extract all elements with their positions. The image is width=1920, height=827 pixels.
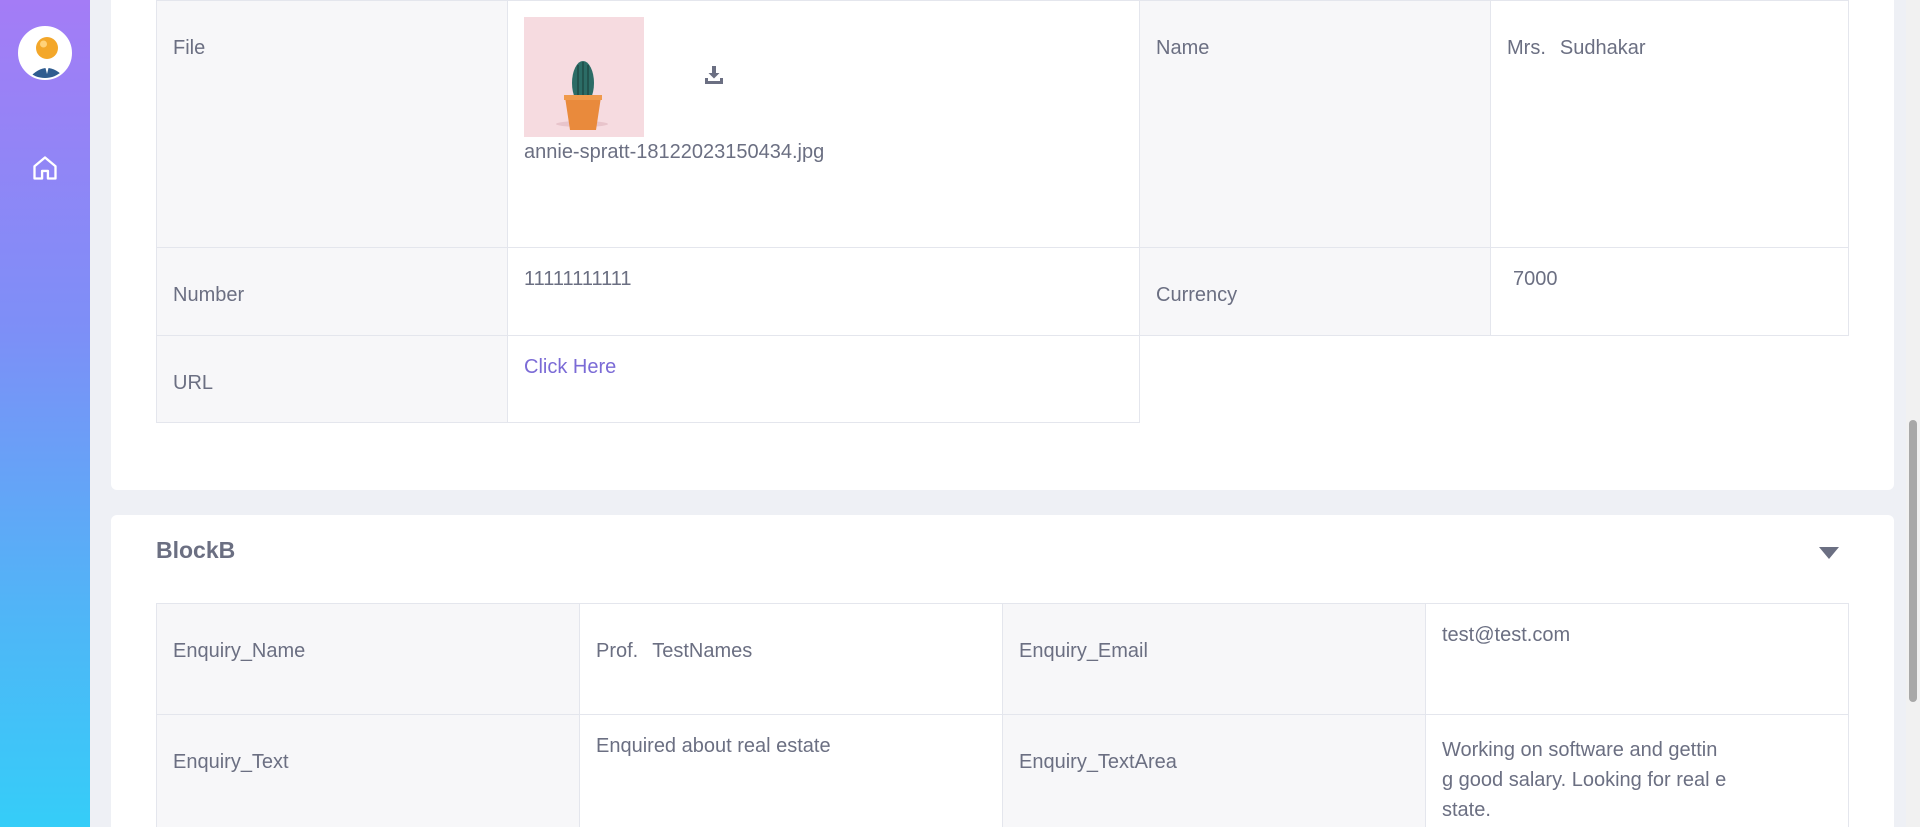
name-prefix: Mrs. <box>1507 37 1546 59</box>
block-a-card: File annie-spratt-18122023150434.jpg Nam… <box>111 0 1894 490</box>
currency-label: Currency <box>1139 247 1491 336</box>
scrollbar-thumb[interactable] <box>1909 420 1917 702</box>
home-icon[interactable] <box>29 152 61 184</box>
url-label: URL <box>156 335 508 423</box>
enquiry-text-value: Enquired about real estate <box>579 714 1003 827</box>
user-avatar-icon[interactable] <box>18 26 72 80</box>
file-thumbnail[interactable] <box>524 17 644 137</box>
enquiry-textarea-label: Enquiry_TextArea <box>1002 714 1426 827</box>
download-icon[interactable] <box>702 63 726 87</box>
enquiry-textarea-line: state. <box>1442 799 1491 821</box>
enquiry-name-prefix: Prof. <box>596 640 639 662</box>
empty-cell <box>1139 335 1849 423</box>
enquiry-email-label: Enquiry_Email <box>1002 603 1426 715</box>
currency-value: 7000 <box>1490 247 1849 336</box>
block-b-card: BlockB Enquiry_Name Prof. TestNames Enqui… <box>111 515 1894 827</box>
enquiry-name-label: Enquiry_Name <box>156 603 580 715</box>
url-link[interactable]: Click Here <box>524 356 616 378</box>
block-a-table: File annie-spratt-18122023150434.jpg Nam… <box>156 0 1849 423</box>
enquiry-name-text: TestNames <box>652 640 753 662</box>
file-name: annie-spratt-18122023150434.jpg <box>524 141 825 163</box>
enquiry-textarea-line: Working on software and gettin <box>1442 739 1718 761</box>
enquiry-textarea-line: g good salary. Looking for real e <box>1442 769 1727 791</box>
enquiry-textarea-value: Working on software and gettin g good sa… <box>1425 714 1849 827</box>
url-value: Click Here <box>507 335 1140 423</box>
enquiry-text-label: Enquiry_Text <box>156 714 580 827</box>
name-text: Sudhakar <box>1559 37 1646 59</box>
number-label: Number <box>156 247 508 336</box>
block-b-title: BlockB <box>156 537 236 563</box>
page-scrollbar[interactable] <box>1906 0 1920 827</box>
name-label: Name <box>1139 0 1491 248</box>
file-label: File <box>156 0 508 248</box>
name-value: Mrs. Sudhakar <box>1490 0 1849 248</box>
caret-down-icon[interactable] <box>1816 543 1842 563</box>
block-b-table: Enquiry_Name Prof. TestNames Enquiry_Emai… <box>156 603 1849 827</box>
enquiry-name-value: Prof. TestNames <box>579 603 1003 715</box>
sidebar <box>0 0 90 827</box>
number-value: 11111111111 <box>507 247 1140 336</box>
enquiry-email-value: test@test.com <box>1425 603 1849 715</box>
file-value: annie-spratt-18122023150434.jpg <box>507 0 1140 248</box>
